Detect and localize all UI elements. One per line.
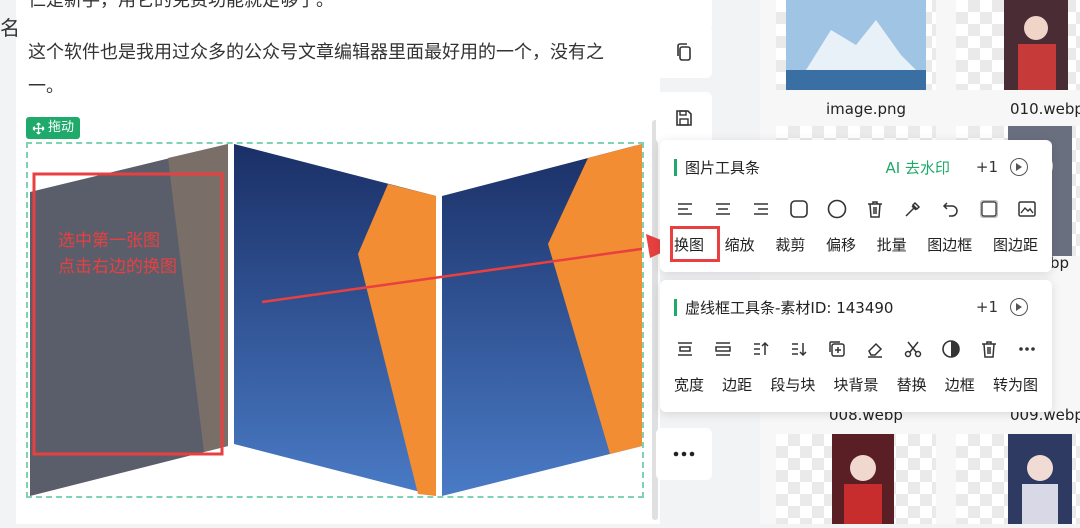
- thumbnail-label: 010.webp: [1010, 100, 1080, 118]
- more-icon[interactable]: [1016, 338, 1038, 360]
- iceberg-image: [786, 0, 926, 90]
- image-margin-button[interactable]: 图边距: [993, 234, 1038, 255]
- image-toolbar-title: 图片工具条: [685, 158, 761, 177]
- folded-image-panels[interactable]: [28, 144, 642, 496]
- save-icon: [676, 110, 692, 126]
- batch-button[interactable]: 批量: [877, 234, 907, 255]
- align-right-icon[interactable]: [750, 198, 772, 220]
- dashed-toolbar-header: 虚线框工具条-素材ID: 143490 +1: [674, 297, 1038, 317]
- paragraph-block-button[interactable]: 段与块: [770, 374, 815, 395]
- play-icon[interactable]: [1010, 298, 1028, 316]
- scale-button[interactable]: 缩放: [725, 234, 755, 255]
- image-border-button[interactable]: 图边框: [927, 234, 972, 255]
- previous-paragraph[interactable]: 仁是新手，用它的免费功能就足够了。: [28, 0, 334, 12]
- accent-bar: [674, 298, 677, 316]
- width-icon[interactable]: [674, 338, 696, 360]
- ai-watermark-remove-button[interactable]: AI 去水印: [886, 157, 950, 178]
- edge-text: 名: [0, 16, 20, 40]
- copy-button[interactable]: [656, 26, 712, 78]
- paragraph-text[interactable]: 这个软件也是我用过众多的公众号文章编辑器里面最好用的一个，没有之一。: [28, 36, 633, 104]
- accent-bar: [674, 158, 677, 176]
- eyedropper-icon[interactable]: [902, 198, 924, 220]
- thumbnail-010-webp[interactable]: [956, 0, 1080, 90]
- dashed-toolbar-icons: [674, 338, 1038, 360]
- width-button[interactable]: 宽度: [674, 374, 704, 395]
- thumbnail-row-4-left[interactable]: [776, 434, 936, 524]
- editor-left-edge: 名: [0, 0, 20, 524]
- dashed-toolbar-panel: 虚线框工具条-素材ID: 143490 +1 宽度 边距 段与块 块背景 替换 …: [660, 280, 1052, 412]
- dashed-toolbar-count[interactable]: +1: [976, 298, 998, 316]
- replace-image-highlight: [670, 226, 720, 262]
- more-dots-icon: [673, 451, 695, 457]
- image-toolbar-header: 图片工具条 AI 去水印 +1: [674, 157, 1038, 177]
- paragraph-up-icon[interactable]: [750, 338, 772, 360]
- trash-icon[interactable]: [978, 338, 1000, 360]
- drag-label: 拖动: [48, 120, 75, 135]
- image-block[interactable]: [26, 142, 644, 498]
- annotation-line-1: 选中第一张图: [58, 231, 160, 251]
- margin-icon[interactable]: [712, 338, 734, 360]
- editor-area[interactable]: 名 仁是新手，用它的免费功能就足够了。 这个软件也是我用过众多的公众号文章编辑器…: [0, 0, 660, 524]
- save-button[interactable]: [656, 92, 712, 144]
- image-panel-1[interactable]: [30, 144, 228, 496]
- block-background-button[interactable]: 块背景: [833, 374, 878, 395]
- circle-icon[interactable]: [826, 198, 848, 220]
- annotation-line-2: 点击右边的换图: [58, 257, 177, 277]
- portrait-image: [832, 434, 894, 524]
- contrast-icon[interactable]: [940, 338, 962, 360]
- copy-add-icon[interactable]: [826, 338, 848, 360]
- image-toolbar-labels: 换图 缩放 裁剪 偏移 批量 图边框 图边距: [674, 234, 1038, 255]
- image-icon[interactable]: [1016, 198, 1038, 220]
- trash-icon[interactable]: [864, 198, 886, 220]
- image-toolbar-icons: [674, 198, 1038, 220]
- dashed-toolbar-labels: 宽度 边距 段与块 块背景 替换 边框 转为图: [674, 374, 1038, 395]
- copy-icon: [677, 43, 691, 61]
- drag-handle[interactable]: 拖动: [26, 117, 81, 139]
- thumbnail-image-png[interactable]: [776, 0, 936, 90]
- thumbnail-label: image.png: [825, 100, 907, 118]
- margin-button[interactable]: 边距: [722, 374, 752, 395]
- partial-label: bp: [1050, 254, 1070, 272]
- image-panel-2[interactable]: [234, 144, 436, 496]
- undo-icon[interactable]: [940, 198, 962, 220]
- annotation-text: 选中第一张图 点击右边的换图: [58, 228, 177, 280]
- thumbnail-row-4-right[interactable]: [956, 434, 1080, 524]
- align-center-icon[interactable]: [712, 198, 734, 220]
- portrait-image: [1008, 434, 1072, 524]
- align-left-icon[interactable]: [674, 198, 696, 220]
- image-toolbar-count[interactable]: +1: [976, 158, 998, 176]
- offset-button[interactable]: 偏移: [826, 234, 856, 255]
- move-icon: [32, 121, 45, 135]
- more-button[interactable]: [656, 428, 712, 480]
- portrait-image: [1004, 0, 1068, 90]
- eraser-icon[interactable]: [864, 338, 886, 360]
- dashed-toolbar-title: 虚线框工具条-素材ID: 143490: [685, 298, 894, 317]
- paragraph-down-icon[interactable]: [788, 338, 810, 360]
- rounded-square-icon[interactable]: [788, 198, 810, 220]
- border-button[interactable]: 边框: [945, 374, 975, 395]
- shadow-square-icon[interactable]: [978, 198, 1000, 220]
- convert-to-image-button[interactable]: 转为图: [993, 374, 1038, 395]
- image-panel-3[interactable]: [442, 144, 642, 496]
- scissors-icon[interactable]: [902, 338, 924, 360]
- replace-button[interactable]: 替换: [897, 374, 927, 395]
- crop-button[interactable]: 裁剪: [775, 234, 805, 255]
- play-icon[interactable]: [1010, 158, 1028, 176]
